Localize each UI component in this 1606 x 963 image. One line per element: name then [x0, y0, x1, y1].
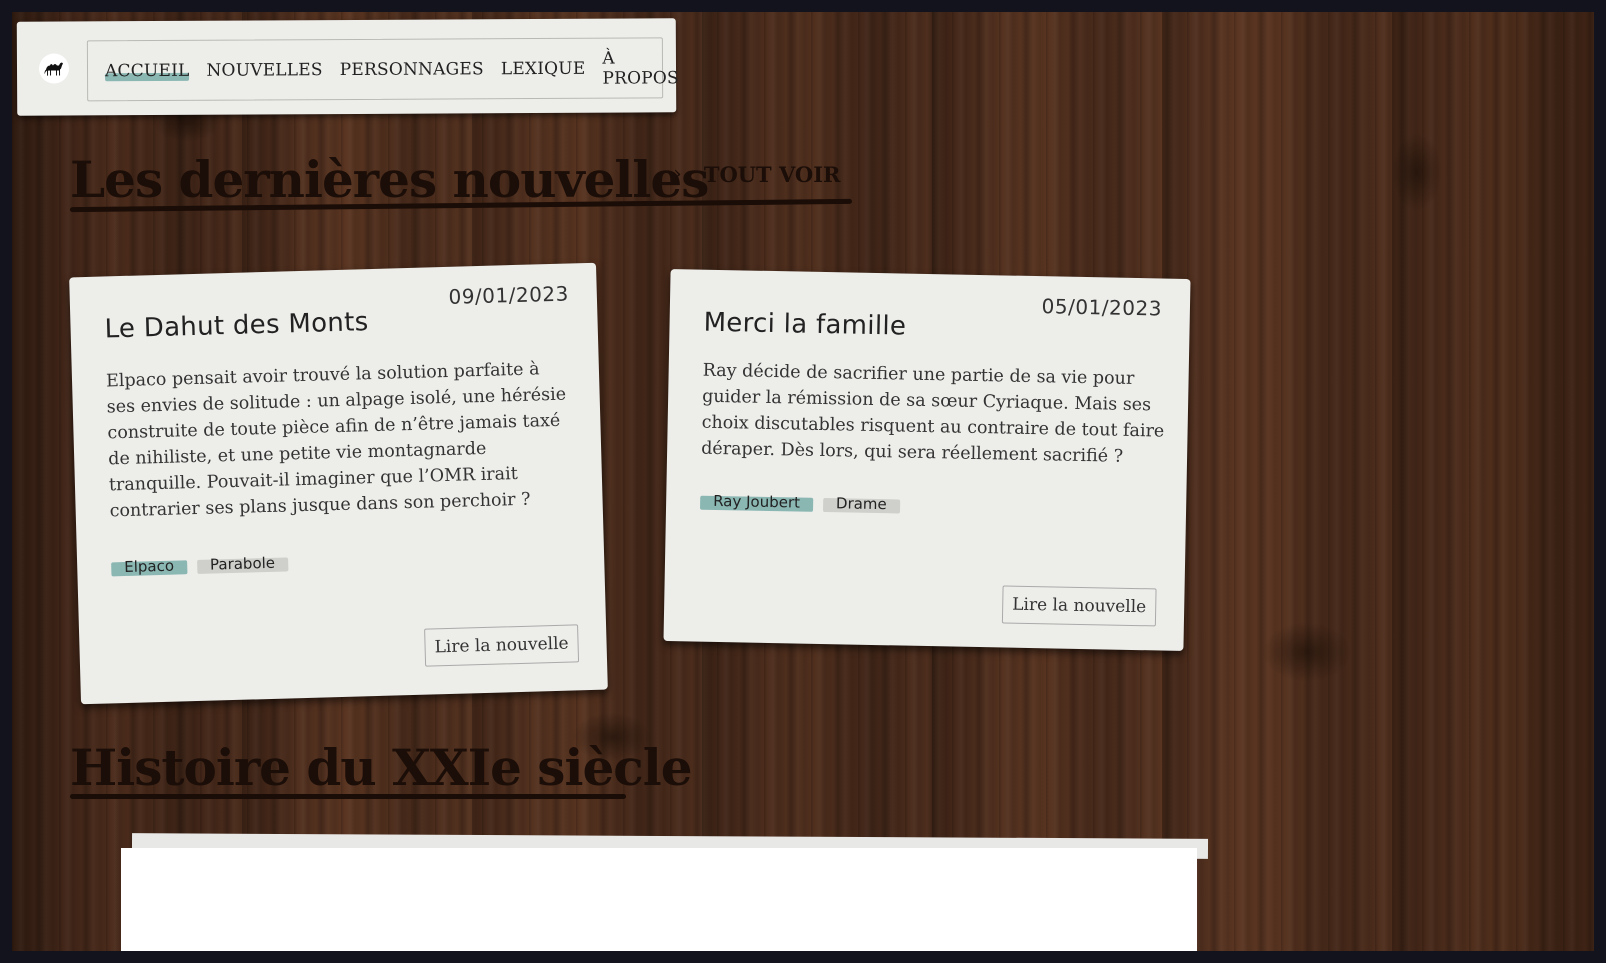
nav-item-lexique[interactable]: LEXIQUE — [501, 58, 586, 78]
latest-section-title: Les dernières nouvelles — [70, 150, 709, 209]
story-date: 05/01/2023 — [1041, 294, 1163, 321]
story-card: 09/01/2023 Le Dahut des Monts Elpaco pen… — [69, 262, 608, 705]
story-card: 05/01/2023 Merci la famille Ray décide d… — [663, 269, 1191, 651]
tag-ray-joubert[interactable]: Ray Joubert — [700, 492, 813, 512]
camel-icon[interactable] — [38, 53, 70, 84]
tag-elpaco[interactable]: Elpaco — [111, 556, 187, 576]
story-summary: Ray décide de sacrifier une partie de sa… — [700, 360, 1165, 467]
read-story-button[interactable]: Lire la nouvelle — [1001, 585, 1157, 627]
nav-menu: ACCUEIL NOUVELLES PERSONNAGES LEXIQUE À … — [86, 37, 679, 102]
tag-drame[interactable]: Drame — [823, 494, 900, 513]
history-panel — [121, 848, 1197, 951]
nav-item-a-propos[interactable]: À PROPOS — [602, 48, 679, 88]
story-tags: Ray Joubert Drame — [700, 492, 900, 514]
wood-knot — [1392, 132, 1442, 212]
nav-item-accueil[interactable]: ACCUEIL — [105, 60, 190, 80]
chevron-right-icon: › — [673, 162, 682, 187]
read-story-button[interactable]: Lire la nouvelle — [424, 624, 580, 667]
history-section-title: Histoire du XXIe siècle — [70, 738, 693, 797]
camel-icon-graphic — [44, 62, 63, 76]
see-all-link[interactable]: › TOUT VOIR — [673, 162, 840, 187]
story-tags: Elpaco Parabole — [111, 553, 288, 576]
top-navigation: ACCUEIL NOUVELLES PERSONNAGES LEXIQUE À … — [16, 18, 679, 116]
see-all-label: TOUT VOIR — [703, 162, 841, 187]
story-title: Le Dahut des Monts — [104, 307, 369, 345]
wood-knot — [1262, 622, 1352, 682]
nav-item-personnages[interactable]: PERSONNAGES — [340, 59, 484, 80]
story-summary: Elpaco pensait avoir trouvé la solution … — [105, 359, 567, 522]
nav-item-nouvelles[interactable]: NOUVELLES — [206, 60, 322, 81]
title-underline — [70, 794, 626, 799]
story-date: 09/01/2023 — [448, 281, 570, 309]
tag-parabole[interactable]: Parabole — [197, 553, 288, 574]
story-title: Merci la famille — [703, 307, 907, 342]
page-frame: ACCUEIL NOUVELLES PERSONNAGES LEXIQUE À … — [12, 12, 1594, 951]
